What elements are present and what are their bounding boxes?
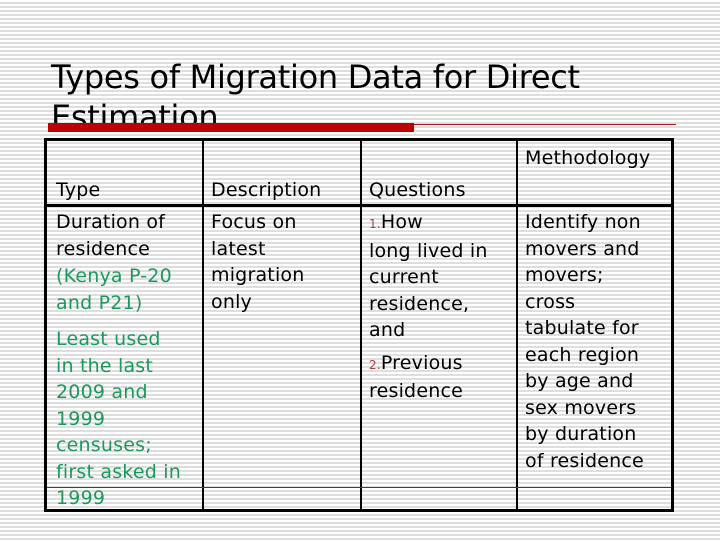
type-note-line: first asked in [56, 460, 181, 483]
type-note: (Kenya P-20 and P21) Least used in the l… [56, 263, 206, 512]
header-questions: Questions [369, 179, 466, 201]
header-divider [47, 204, 671, 207]
column-divider [360, 141, 362, 509]
question-item: 2.Previous residence [369, 350, 519, 405]
question-line: residence [369, 380, 463, 402]
description-line: latest [211, 237, 266, 260]
methodology-line: movers and [525, 237, 640, 260]
question-line: long lived in [369, 239, 488, 262]
methodology-line: Identify non [525, 211, 641, 233]
methodology-line: each region [525, 343, 640, 366]
type-name-line: residence [56, 237, 150, 260]
methodology-line: by duration [525, 423, 637, 445]
type-note-line: 1999 [56, 487, 106, 509]
question-item: 1.How long lived in current residence, a… [369, 209, 519, 344]
type-cell: Duration of residence (Kenya P-20 and P2… [56, 209, 206, 512]
type-note-line: (Kenya P-20 [56, 265, 172, 287]
question-line: residence, [369, 292, 470, 315]
title-accent-bar [48, 123, 414, 132]
header-type: Type [56, 179, 101, 201]
questions-cell: 1.How long lived in current residence, a… [369, 209, 519, 405]
methodology-line: tabulate for [525, 317, 639, 339]
title-accent-line [414, 124, 676, 125]
migration-data-table: Type Description Questions Methodology D… [44, 138, 674, 512]
description-line: migration [211, 264, 305, 286]
list-number: 1. [369, 217, 381, 231]
methodology-line: by age and [525, 370, 634, 392]
question-line: How [380, 211, 423, 233]
methodology-line: sex movers [525, 396, 637, 419]
description-cell: Focus on latest migration only [211, 209, 361, 315]
methodology-line: movers; [525, 264, 604, 286]
type-note-line: Least used [56, 328, 161, 350]
question-line: Previous [380, 351, 463, 374]
question-line: and [369, 319, 406, 341]
methodology-line: of residence [525, 449, 644, 472]
description-line: only [211, 290, 252, 313]
type-note-line: in the last [56, 354, 154, 377]
type-note-line: 2009 and [56, 381, 148, 403]
type-note-line: 1999 [56, 407, 106, 430]
type-note-line: and P21) [56, 291, 143, 314]
methodology-cell: Identify non movers and movers; cross ta… [525, 209, 675, 474]
list-number: 2. [369, 357, 381, 372]
question-line: current [369, 266, 439, 288]
type-note-line: censuses; [56, 434, 152, 456]
type-name-line: Duration of [56, 211, 166, 233]
header-description: Description [211, 179, 322, 201]
methodology-line: cross [525, 290, 576, 313]
description-line: Focus on [211, 211, 297, 233]
header-methodology: Methodology [525, 147, 651, 169]
